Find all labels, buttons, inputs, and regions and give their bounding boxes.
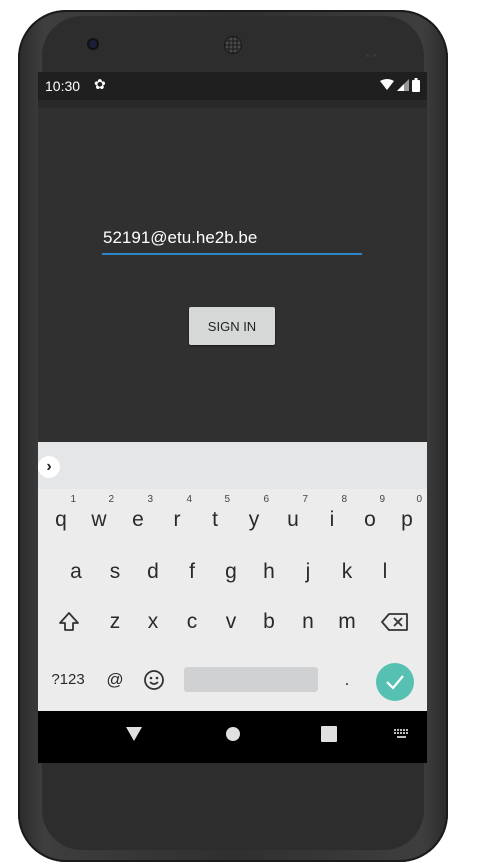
- key-h[interactable]: h: [254, 552, 284, 592]
- navigation-bar: [38, 711, 427, 763]
- battery-icon: [412, 78, 420, 92]
- key-z[interactable]: z: [100, 602, 130, 642]
- key-v[interactable]: v: [216, 602, 246, 642]
- backspace-key[interactable]: [378, 602, 412, 642]
- key-y[interactable]: y6: [239, 494, 269, 540]
- shift-key[interactable]: [52, 602, 86, 642]
- key-q[interactable]: q1: [46, 494, 76, 540]
- keyboard-row-3: z x c v b n m: [38, 602, 427, 642]
- back-icon[interactable]: [125, 725, 143, 743]
- proximity-sensor: [366, 42, 380, 57]
- front-camera: [89, 40, 97, 48]
- emoji-key[interactable]: [139, 660, 169, 700]
- key-i[interactable]: i8: [317, 494, 347, 540]
- wifi-icon: [380, 79, 394, 90]
- keyboard-row-2: a s d f g h j k l: [38, 552, 427, 592]
- check-icon: [386, 675, 404, 690]
- key-n[interactable]: n: [293, 602, 323, 642]
- keyboard-row-1: q1 w2 e3 r4 t5 y6 u7 i8 o9 p0: [38, 494, 427, 540]
- device-screen: 10:30 ✿ 52191@etu.he2b.be SIGN IN › q1 w…: [38, 72, 427, 763]
- key-w[interactable]: w2: [84, 494, 114, 540]
- key-d[interactable]: d: [138, 552, 168, 592]
- key-u[interactable]: u7: [278, 494, 308, 540]
- chevron-right-icon[interactable]: ›: [38, 456, 60, 478]
- sign-in-button[interactable]: SIGN IN: [189, 307, 275, 345]
- key-t[interactable]: t5: [200, 494, 230, 540]
- recents-icon[interactable]: [321, 725, 337, 743]
- key-j[interactable]: j: [293, 552, 323, 592]
- symbols-key[interactable]: ?123: [44, 660, 92, 700]
- status-icons: [380, 77, 420, 93]
- keyboard-switch-icon[interactable]: [394, 729, 410, 739]
- emoji-icon: [144, 670, 164, 690]
- key-g[interactable]: g: [216, 552, 246, 592]
- at-key[interactable]: @: [102, 660, 128, 700]
- key-c[interactable]: c: [177, 602, 207, 642]
- backspace-icon: [381, 613, 408, 631]
- key-a[interactable]: a: [61, 552, 91, 592]
- period-key[interactable]: .: [334, 660, 360, 700]
- key-o[interactable]: o9: [355, 494, 385, 540]
- key-b[interactable]: b: [254, 602, 284, 642]
- home-icon[interactable]: [225, 725, 241, 743]
- key-e[interactable]: e3: [123, 494, 153, 540]
- key-s[interactable]: s: [100, 552, 130, 592]
- enter-key[interactable]: [376, 663, 414, 701]
- app-bar: [38, 100, 427, 108]
- suggestion-strip: ›: [38, 442, 427, 489]
- signal-icon: [397, 79, 409, 91]
- status-bar: 10:30 ✿: [38, 72, 427, 100]
- gear-icon: ✿: [94, 76, 106, 92]
- key-m[interactable]: m: [332, 602, 362, 642]
- key-f[interactable]: f: [177, 552, 207, 592]
- soft-keyboard: › q1 w2 e3 r4 t5 y6 u7 i8 o9 p0 a s d f …: [38, 442, 427, 711]
- key-k[interactable]: k: [332, 552, 362, 592]
- key-p[interactable]: p0: [392, 494, 422, 540]
- key-l[interactable]: l: [370, 552, 400, 592]
- shift-icon: [59, 612, 79, 631]
- status-time: 10:30: [45, 78, 81, 94]
- key-x[interactable]: x: [138, 602, 168, 642]
- email-field[interactable]: 52191@etu.he2b.be: [102, 227, 362, 255]
- earpiece-speaker: [224, 36, 242, 54]
- space-bar[interactable]: [184, 667, 318, 692]
- key-r[interactable]: r4: [162, 494, 193, 540]
